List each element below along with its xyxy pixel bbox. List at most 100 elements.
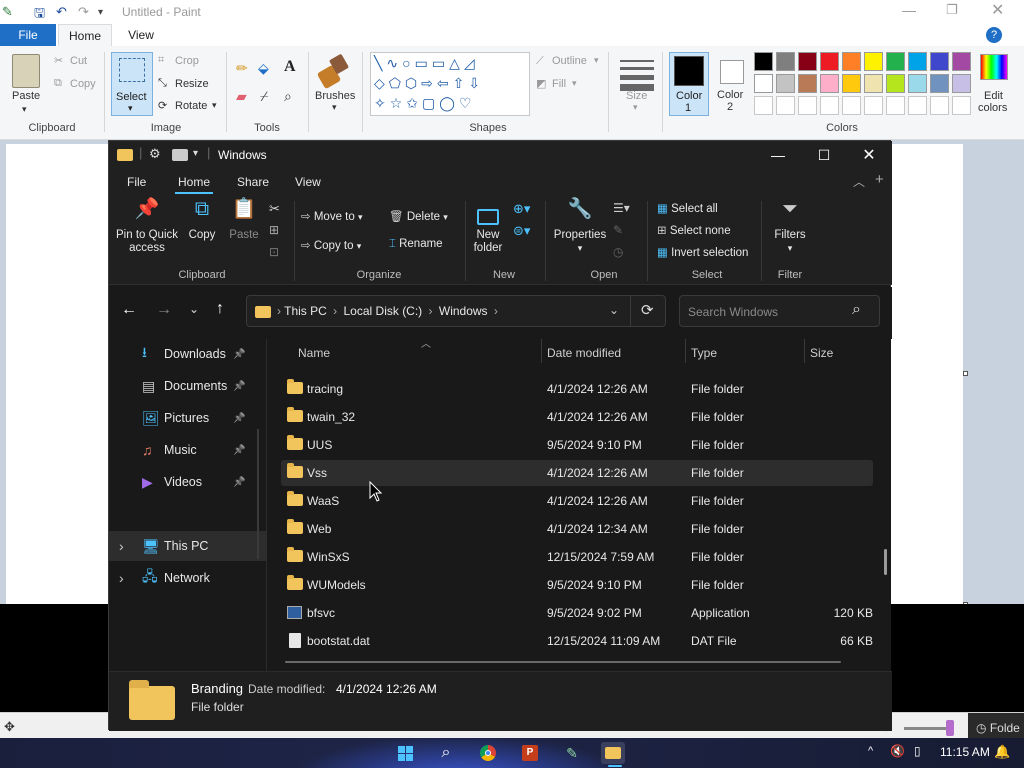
- horizontal-scrollbar-thumb[interactable]: [285, 661, 841, 663]
- expand-chevron-icon[interactable]: ›: [119, 570, 124, 586]
- help-expand-icon[interactable]: +: [875, 171, 884, 188]
- brushes-icon[interactable]: [316, 53, 352, 90]
- nav-scrollbar[interactable]: [257, 429, 259, 559]
- forward-button[interactable]: →: [156, 301, 172, 319]
- search-box[interactable]: Search Windows ⌕: [679, 295, 880, 327]
- nav-item-music[interactable]: ♫ Music 📌: [109, 435, 267, 465]
- palette-swatch[interactable]: [952, 74, 971, 93]
- shapes-row-3[interactable]: ✧☆✩▢◯♡: [374, 95, 475, 112]
- invert-selection-button[interactable]: ▦ Invert selection: [657, 245, 748, 259]
- palette-swatch[interactable]: [798, 52, 817, 71]
- select-button[interactable]: Select ▾: [111, 52, 153, 116]
- select-all-button[interactable]: ▦ Select all: [657, 201, 718, 215]
- clock[interactable]: 11:15 AM: [940, 745, 990, 759]
- palette-swatch[interactable]: [820, 74, 839, 93]
- edit-colors-label-2[interactable]: colors: [978, 102, 1007, 114]
- history-icon[interactable]: ◷: [613, 245, 623, 259]
- address-bar[interactable]: › This PC › Local Disk (C:) › Windows › …: [246, 295, 666, 327]
- battery-icon[interactable]: ▯: [914, 744, 921, 758]
- new-folder-button[interactable]: New folder: [469, 203, 507, 255]
- size-dropdown-icon[interactable]: ▾: [633, 102, 638, 113]
- explorer-tab-file[interactable]: File: [127, 175, 146, 189]
- select-none-button[interactable]: ⊞ Select none: [657, 223, 731, 237]
- outline-dropdown-icon[interactable]: ▾: [594, 55, 599, 66]
- palette-swatch[interactable]: [820, 52, 839, 71]
- move-to-button[interactable]: ⇨ Move to ▾: [301, 209, 363, 223]
- copy-button[interactable]: ⧉ Copy: [183, 199, 221, 242]
- fill-button[interactable]: Fill: [552, 78, 566, 90]
- filters-button[interactable]: ⏷ Filters ▾: [767, 199, 813, 255]
- nav-item-downloads[interactable]: ⭳ Downloads 📌: [109, 339, 267, 369]
- outline-button[interactable]: Outline: [552, 55, 587, 67]
- palette-swatch[interactable]: [908, 74, 927, 93]
- palette-swatch-empty[interactable]: [886, 96, 905, 115]
- palette-swatch[interactable]: [864, 74, 883, 93]
- palette-swatch-empty[interactable]: [798, 96, 817, 115]
- palette-swatch[interactable]: [930, 74, 949, 93]
- file-row[interactable]: bootstat.dat 12/15/2024 11:09 AM DAT File 6…: [281, 628, 873, 654]
- palette-swatch-empty[interactable]: [776, 96, 795, 115]
- cut-button[interactable]: Cut: [70, 55, 87, 67]
- vertical-scrollbar-thumb[interactable]: [884, 549, 887, 575]
- file-explorer-taskbar-icon[interactable]: [601, 742, 625, 764]
- properties-button[interactable]: 🔧 Properties ▾: [549, 199, 611, 255]
- crop-button[interactable]: Crop: [175, 55, 199, 67]
- file-row[interactable]: WinSxS 12/15/2024 7:59 AM File folder: [281, 544, 873, 570]
- file-row[interactable]: twain_32 4/1/2024 12:26 AM File folder: [281, 404, 873, 430]
- up-button[interactable]: ↑: [216, 300, 224, 318]
- collapse-ribbon-icon[interactable]: ︿: [853, 173, 865, 190]
- color1-button[interactable]: Color 1: [669, 52, 709, 116]
- pencil-icon[interactable]: ✏: [236, 60, 248, 77]
- paste-shortcut-icon[interactable]: ⊡: [269, 245, 279, 259]
- undo-icon[interactable]: ↶: [56, 4, 67, 20]
- recent-locations-button[interactable]: ⌄: [189, 302, 199, 316]
- palette-swatch-empty[interactable]: [754, 96, 773, 115]
- eraser-icon[interactable]: ▰: [236, 88, 247, 105]
- magnifier-icon[interactable]: ⌕: [284, 88, 292, 105]
- breadcrumb-this-pc[interactable]: This PC: [284, 304, 327, 318]
- start-button[interactable]: [393, 742, 417, 764]
- notifications-bell-icon[interactable]: 🔔: [994, 744, 1010, 760]
- size-icon[interactable]: [620, 58, 654, 91]
- redo-icon[interactable]: ↷: [78, 4, 89, 20]
- resize-button[interactable]: Resize: [175, 78, 209, 90]
- brushes-dropdown-icon[interactable]: ▾: [332, 102, 337, 113]
- column-header-date[interactable]: Date modified: [547, 344, 621, 374]
- nav-item-documents[interactable]: ▤ Documents 📌: [109, 371, 267, 401]
- paste-button[interactable]: 📋 Paste: [225, 199, 263, 242]
- color-picker-icon[interactable]: ⌿: [260, 88, 268, 105]
- nav-item-videos[interactable]: ▶ Videos 📌: [109, 467, 267, 497]
- file-row[interactable]: Web 4/1/2024 12:34 AM File folder: [281, 516, 873, 542]
- palette-swatch[interactable]: [754, 52, 773, 71]
- size-button[interactable]: Size: [626, 90, 647, 102]
- help-icon[interactable]: ?: [986, 27, 1002, 43]
- explorer-tab-view[interactable]: View: [295, 175, 321, 189]
- explorer-tab-share[interactable]: Share: [237, 175, 269, 189]
- paint-taskbar-icon[interactable]: ✎: [560, 742, 584, 764]
- rotate-button[interactable]: Rotate: [175, 100, 207, 112]
- breadcrumb-local-disk[interactable]: Local Disk (C:): [344, 304, 423, 318]
- search-input[interactable]: Search Windows: [688, 305, 778, 319]
- explorer-close-button[interactable]: ✕: [846, 143, 892, 167]
- color2-button[interactable]: Color 2: [712, 52, 752, 116]
- file-row[interactable]: WUModels 9/5/2024 9:10 PM File folder: [281, 572, 873, 598]
- copy-path-icon[interactable]: ⊞: [269, 223, 279, 237]
- palette-swatch[interactable]: [886, 74, 905, 93]
- paint-tab-home[interactable]: Home: [58, 24, 112, 46]
- paste-button[interactable]: Paste: [12, 90, 40, 102]
- rename-button[interactable]: ⌶ Rename: [389, 238, 443, 251]
- speaker-muted-icon[interactable]: 🔇: [890, 744, 905, 758]
- palette-swatch[interactable]: [908, 52, 927, 71]
- palette-swatch[interactable]: [864, 52, 883, 71]
- fill-dropdown-icon[interactable]: ▾: [572, 78, 577, 89]
- palette-swatch-empty[interactable]: [842, 96, 861, 115]
- paint-restore-button[interactable]: ❐: [946, 2, 958, 18]
- file-row[interactable]: tracing 4/1/2024 12:26 AM File folder: [281, 376, 873, 402]
- address-history-dropdown-icon[interactable]: ⌄: [609, 303, 619, 317]
- fill-icon[interactable]: ⬙: [258, 60, 269, 77]
- brushes-button[interactable]: Brushes: [315, 90, 355, 102]
- column-header-type[interactable]: Type: [691, 344, 717, 374]
- text-icon[interactable]: A: [284, 58, 296, 76]
- properties-quick-icon[interactable]: ⚙: [149, 146, 161, 162]
- explorer-maximize-button[interactable]: ☐: [801, 143, 847, 167]
